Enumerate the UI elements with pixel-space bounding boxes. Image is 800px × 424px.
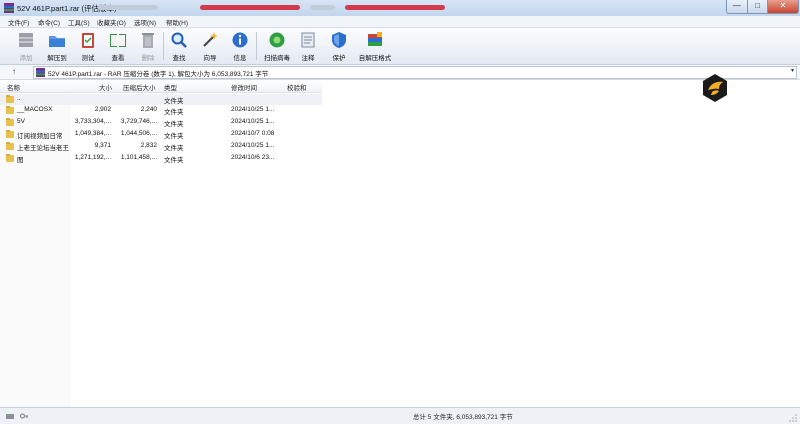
archive-path-field[interactable]: 52V 461P.part1.rar - RAR 压缩分卷 (数字 1), 解包… [33, 66, 797, 79]
column-header-row: 名称 大小 压缩后大小 类型 修改时间 校验和 [0, 80, 322, 93]
table-row[interactable]: __MACOSX 2,902 2,240 文件夹 2024/10/25 1... [0, 105, 322, 116]
magnifier-icon [171, 32, 187, 48]
row-size: 2,902 [94, 106, 111, 113]
drive-icon[interactable] [6, 412, 14, 420]
row-type: 文件夹 [164, 157, 184, 164]
folder-icon [6, 130, 14, 138]
virus-scan-icon [269, 32, 285, 48]
folder-icon [6, 142, 14, 150]
close-button[interactable]: ✕ [767, 0, 799, 14]
protect-button[interactable]: 保护 [324, 30, 354, 63]
menu-favorites[interactable]: 收藏夹(O) [97, 17, 126, 27]
row-size: 1,049,384,... [74, 130, 111, 137]
column-header-type[interactable]: 类型 [164, 82, 177, 92]
row-modified: 2024/10/25 1... [231, 118, 275, 125]
row-type: 文件夹 [164, 109, 184, 116]
status-text: 总计 5 文件夹, 6,053,893,721 字节 [413, 414, 513, 421]
row-name: __MACOSX [17, 106, 53, 113]
row-packed: 1,044,506,... [120, 130, 157, 137]
trash-icon [142, 33, 154, 48]
menu-command[interactable]: 命令(C) [38, 17, 60, 27]
row-type: 文件夹 [164, 133, 184, 140]
test-clipboard-icon [82, 33, 94, 48]
folder-icon [6, 95, 14, 103]
menu-bar: 文件(F) 命令(C) 工具(S) 收藏夹(O) 选项(N) 帮助(H) [0, 16, 800, 28]
column-header-crc[interactable]: 校验和 [287, 82, 307, 92]
row-type: 文件夹 [164, 145, 184, 152]
status-bar: 总计 5 文件夹, 6,053,893,721 字节 [0, 407, 800, 424]
column-header-modified[interactable]: 修改时间 [231, 82, 257, 92]
maximize-button[interactable]: □ [747, 0, 768, 14]
delete-button[interactable]: 删除 [133, 30, 163, 63]
row-name: 上老王论坛当老王 [17, 145, 69, 152]
table-row[interactable]: 上老王论坛当老王 9,371 2,832 文件夹 2024/10/25 1... [0, 141, 322, 152]
extract-folder-icon [49, 36, 65, 47]
folder-icon [6, 118, 14, 126]
column-header-packed[interactable]: 压缩后大小 [123, 82, 156, 92]
virus-scan-button[interactable]: 扫描病毒 [262, 30, 292, 63]
resize-grip-icon[interactable] [789, 414, 797, 422]
row-modified: 2024/10/6 23... [231, 154, 275, 161]
archive-path-text: 52V 461P.part1.rar - RAR 压缩分卷 (数字 1), 解包… [48, 71, 269, 78]
row-type: 文件夹 [164, 121, 184, 128]
extract-to-button[interactable]: 解压到 [42, 30, 72, 63]
winrar-app-icon [4, 3, 14, 13]
row-name: 订阅视频加日常 [17, 133, 63, 140]
wand-icon [203, 32, 218, 47]
row-modified: 2024/10/25 1... [231, 106, 275, 113]
address-bar: ↑ 52V 461P.part1.rar - RAR 压缩分卷 (数字 1), … [0, 65, 800, 80]
toolbar: 添加 解压到 测试 查看 删除 查找 向导 信息 扫描病毒 注释 保护 自解压格… [0, 28, 800, 65]
menu-file[interactable]: 文件(F) [8, 17, 29, 27]
row-size: 9,371 [94, 142, 111, 149]
up-folder-button[interactable]: ↑ [12, 67, 16, 76]
row-size: 3,733,304,... [74, 118, 111, 125]
blurred-region [310, 5, 335, 10]
blurred-region [200, 5, 300, 10]
row-packed: 2,240 [140, 106, 157, 113]
toolbar-separator [256, 32, 257, 60]
comment-icon [301, 32, 315, 48]
row-type: 文件夹 [164, 98, 184, 105]
row-modified: 2024/10/7 0:08 [231, 130, 275, 137]
find-button[interactable]: 查找 [164, 30, 194, 63]
shield-icon [332, 32, 346, 48]
table-row[interactable]: 订阅视频加日常 1,049,384,... 1,044,506,... 文件夹 … [0, 129, 322, 140]
column-header-name[interactable]: 名称 [7, 82, 20, 92]
table-row[interactable]: 5V 3,733,304,... 3,729,746,... 文件夹 2024/… [0, 117, 322, 128]
menu-options[interactable]: 选项(N) [134, 17, 156, 27]
column-header-size[interactable]: 大小 [99, 82, 112, 92]
menu-help[interactable]: 帮助(H) [166, 17, 188, 27]
comment-button[interactable]: 注释 [293, 30, 323, 63]
row-packed: 3,729,746,... [120, 118, 157, 125]
title-bar: 52V 461P.part1.rar (评估版本) — □ ✕ [0, 0, 800, 17]
row-size: 1,271,192,... [74, 154, 111, 161]
row-name: .. [17, 95, 21, 102]
sfx-button[interactable]: 自解压格式 [359, 30, 391, 63]
folder-icon [6, 154, 14, 162]
rar-archive-icon [36, 68, 45, 77]
add-archive-icon [19, 33, 33, 47]
folder-icon [6, 106, 14, 114]
add-button[interactable]: 添加 [11, 30, 41, 63]
chevron-down-icon[interactable]: ▾ [791, 67, 794, 74]
table-row[interactable]: .. 文件夹 [0, 94, 322, 105]
key-icon[interactable] [20, 412, 28, 420]
info-button[interactable]: 信息 [225, 30, 255, 63]
sfx-icon [368, 32, 382, 46]
view-book-icon [110, 34, 126, 47]
table-row[interactable]: 图 1,271,192,... 1,101,458,... 文件夹 2024/1… [0, 153, 322, 164]
row-name: 图 [17, 157, 24, 164]
blurred-region [345, 5, 445, 10]
menu-tools[interactable]: 工具(S) [68, 17, 90, 27]
minimize-button[interactable]: — [726, 0, 748, 14]
floating-bird-badge-icon[interactable] [700, 73, 730, 103]
row-modified: 2024/10/25 1... [231, 142, 275, 149]
row-name: 5V [17, 118, 25, 125]
info-icon [232, 32, 248, 48]
row-packed: 1,101,458,... [120, 154, 157, 161]
row-packed: 2,832 [140, 142, 157, 149]
file-list: 名称 大小 压缩后大小 类型 修改时间 校验和 .. 文件夹 __MACOSX … [0, 80, 800, 407]
blurred-region [98, 5, 158, 10]
